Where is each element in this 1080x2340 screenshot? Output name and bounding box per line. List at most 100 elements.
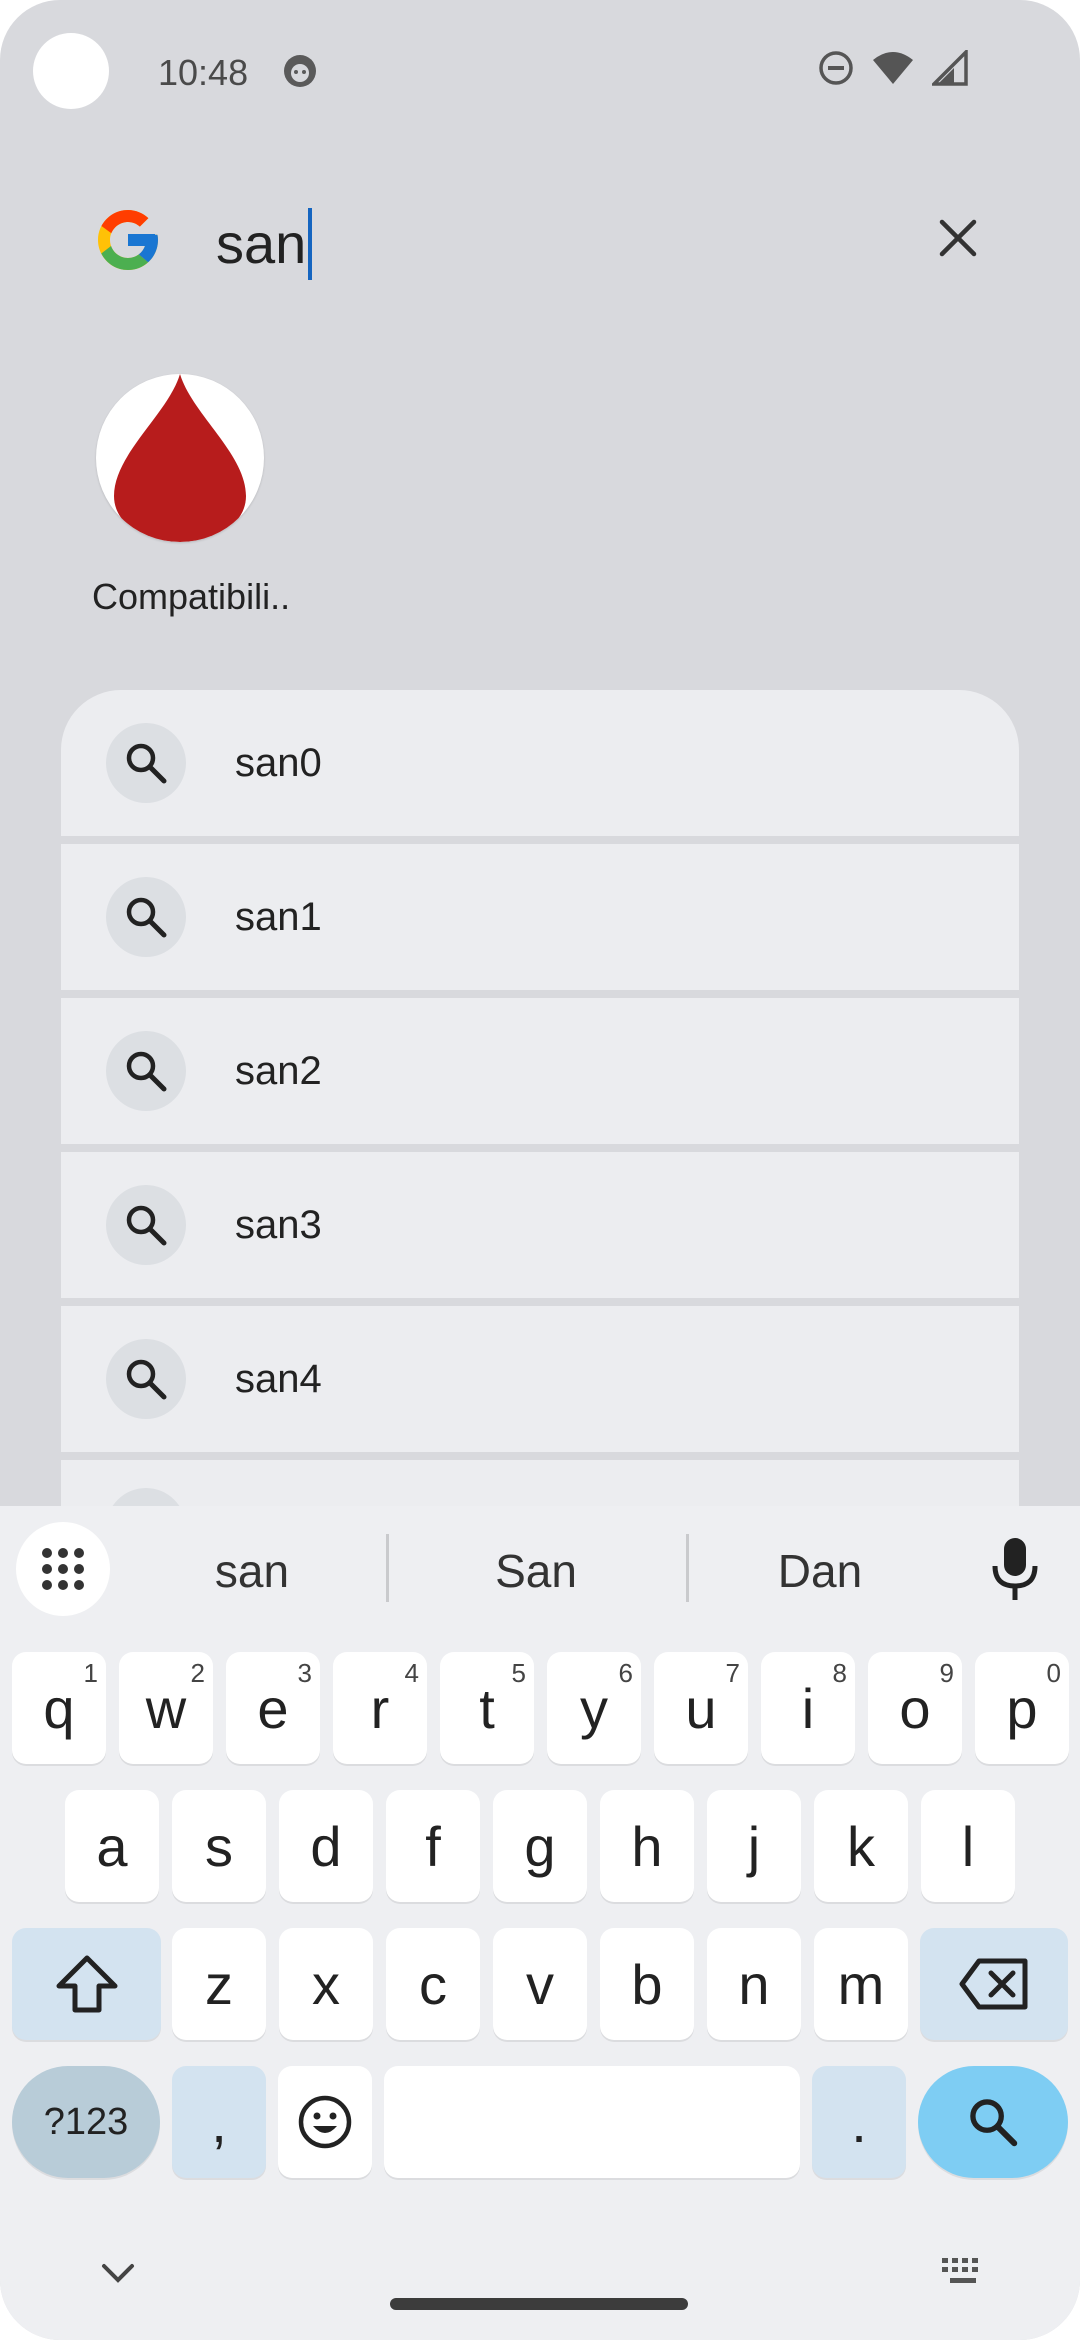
key-s[interactable]: s <box>172 1790 266 1902</box>
key-label: o <box>899 1676 931 1740</box>
key-w[interactable]: w2 <box>119 1652 213 1764</box>
key-q[interactable]: q1 <box>12 1652 106 1764</box>
suggestion-text: san2 <box>235 1048 322 1093</box>
key-label: w <box>145 1676 187 1740</box>
app-notification-icon <box>284 55 316 87</box>
key-m[interactable]: m <box>814 1928 908 2040</box>
emoji-icon <box>298 2095 352 2149</box>
keyboard-switch-icon[interactable] <box>940 2256 986 2288</box>
word-suggestion[interactable]: San <box>436 1544 636 1598</box>
key-t[interactable]: t5 <box>440 1652 534 1764</box>
period-key[interactable]: . <box>812 2066 906 2178</box>
search-icon <box>106 1339 186 1419</box>
keyboard-suggestion-strip: san San Dan <box>0 1506 1080 1636</box>
key-b[interactable]: b <box>600 1928 694 2040</box>
status-time: 10:48 <box>158 52 249 93</box>
key-hint: 6 <box>618 1658 633 1688</box>
search-icon <box>106 723 186 803</box>
key-hint: 7 <box>725 1658 740 1688</box>
key-a[interactable]: a <box>65 1790 159 1902</box>
suggestion-text: san1 <box>235 894 322 939</box>
shift-key[interactable] <box>12 1928 161 2040</box>
search-icon <box>106 877 186 957</box>
grid-icon <box>42 1548 84 1590</box>
key-label: y <box>580 1676 608 1740</box>
home-indicator[interactable] <box>390 2298 688 2310</box>
close-icon <box>939 219 977 257</box>
screen: 10:48 san Compatibili.. san0 san1 san2 s… <box>0 0 1080 2340</box>
google-g-icon <box>98 210 158 270</box>
word-suggestion[interactable]: Dan <box>720 1544 920 1598</box>
shift-icon <box>56 1955 117 2013</box>
key-g[interactable]: g <box>493 1790 587 1902</box>
suggestion-text: san3 <box>235 1202 322 1247</box>
key-c[interactable]: c <box>386 1928 480 2040</box>
key-hint: 2 <box>190 1658 205 1688</box>
word-suggestion[interactable]: san <box>152 1544 352 1598</box>
key-label: q <box>43 1676 75 1740</box>
key-r[interactable]: r4 <box>333 1652 427 1764</box>
blood-drop-icon <box>114 374 246 542</box>
key-v[interactable]: v <box>493 1928 587 2040</box>
hide-keyboard-chevron-icon[interactable] <box>100 2262 136 2286</box>
key-y[interactable]: y6 <box>547 1652 641 1764</box>
app-result-compatibility[interactable]: Compatibili.. <box>78 370 298 630</box>
key-f[interactable]: f <box>386 1790 480 1902</box>
key-h[interactable]: h <box>600 1790 694 1902</box>
search-query: san <box>216 212 307 275</box>
suggestion-item[interactable]: san4 <box>61 1306 1019 1452</box>
cellular-signal-icon <box>932 50 968 86</box>
backspace-icon <box>959 1958 1028 2010</box>
space-key[interactable] <box>384 2066 800 2178</box>
suggestion-list: san0 san1 san2 san3 san4 <box>61 690 1019 1528</box>
emoji-key[interactable] <box>278 2066 372 2178</box>
suggestion-item[interactable]: san3 <box>61 1152 1019 1298</box>
key-label: p <box>1006 1676 1038 1740</box>
wifi-icon <box>873 52 913 84</box>
app-icon <box>96 374 264 542</box>
suggestion-item[interactable]: san2 <box>61 998 1019 1144</box>
backspace-key[interactable] <box>920 1928 1068 2040</box>
key-l[interactable]: l <box>921 1790 1015 1902</box>
symbols-key[interactable]: ?123 <box>12 2066 160 2178</box>
search-input[interactable]: san <box>216 208 313 280</box>
do-not-disturb-icon <box>819 51 853 85</box>
microphone-icon[interactable] <box>990 1538 1040 1600</box>
clear-search-button[interactable] <box>930 210 986 266</box>
status-bar: 10:48 <box>0 0 1080 140</box>
key-hint: 4 <box>404 1658 419 1688</box>
key-i[interactable]: i8 <box>761 1652 855 1764</box>
key-hint: 1 <box>83 1658 98 1688</box>
keyboard-apps-button[interactable] <box>16 1522 110 1616</box>
key-hint: 8 <box>832 1658 847 1688</box>
text-caret <box>308 208 313 280</box>
status-icons <box>818 50 968 86</box>
key-o[interactable]: o9 <box>868 1652 962 1764</box>
key-label: e <box>257 1676 289 1740</box>
key-label: i <box>801 1676 815 1740</box>
search-icon <box>106 1185 186 1265</box>
key-d[interactable]: d <box>279 1790 373 1902</box>
key-hint: 3 <box>297 1658 312 1688</box>
comma-key[interactable]: , <box>172 2066 266 2178</box>
key-p[interactable]: p0 <box>975 1652 1069 1764</box>
suggestion-text: san0 <box>235 740 322 785</box>
key-e[interactable]: e3 <box>226 1652 320 1764</box>
search-key[interactable] <box>918 2066 1068 2178</box>
divider <box>686 1534 689 1602</box>
key-hint: 0 <box>1046 1658 1061 1688</box>
suggestion-item[interactable]: san0 <box>61 690 1019 836</box>
key-x[interactable]: x <box>279 1928 373 2040</box>
search-icon <box>106 1031 186 1111</box>
search-icon <box>970 2099 1018 2147</box>
key-u[interactable]: u7 <box>654 1652 748 1764</box>
key-label: r <box>370 1676 390 1740</box>
key-k[interactable]: k <box>814 1790 908 1902</box>
key-n[interactable]: n <box>707 1928 801 2040</box>
key-label: u <box>685 1676 717 1740</box>
key-hint: 5 <box>511 1658 526 1688</box>
key-z[interactable]: z <box>172 1928 266 2040</box>
suggestion-item[interactable]: san1 <box>61 844 1019 990</box>
search-bar: san <box>0 190 1080 300</box>
key-j[interactable]: j <box>707 1790 801 1902</box>
